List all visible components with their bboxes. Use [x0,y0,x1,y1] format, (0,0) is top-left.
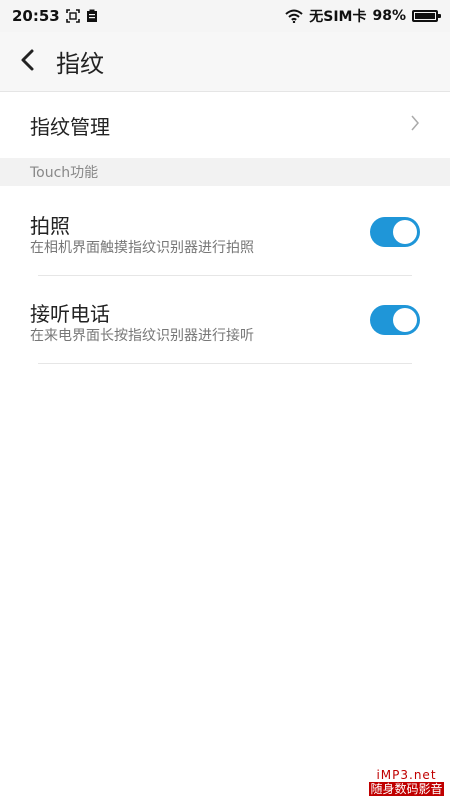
setting-subtitle-photo: 在相机界面触摸指纹识别器进行拍照 [30,240,254,256]
status-right: 无SIM卡 98% [285,6,441,26]
status-time: 20:53 [12,7,60,25]
clipboard-icon [86,9,98,23]
fingerprint-manage-row[interactable]: 指纹管理 [0,92,450,158]
watermark-line2: 随身数码影音 [369,782,444,796]
screenshot-icon [65,9,80,23]
fingerprint-manage-label: 指纹管理 [30,114,110,139]
watermark-line1: iMP3.net [376,768,437,782]
page-title: 指纹 [56,50,104,78]
setting-row-photo: 拍照 在相机界面触摸指纹识别器进行拍照 [0,188,450,276]
status-left: 20:53 [12,7,98,25]
back-button[interactable] [0,32,56,92]
carrier-text: 无SIM卡 [309,9,367,25]
setting-row-answer-call: 接听电话 在来电界面长按指纹识别器进行接听 [0,276,450,364]
setting-subtitle-answer-call: 在来电界面长按指纹识别器进行接听 [30,328,254,344]
setting-title-answer-call: 接听电话 [30,302,110,326]
battery-percent: 98% [372,8,406,24]
toggle-knob [393,308,417,332]
chevron-right-icon [410,114,420,136]
app-bar: 指纹 [0,32,450,92]
toggle-knob [393,220,417,244]
toggle-answer-call[interactable] [370,305,420,335]
setting-title-photo: 拍照 [30,214,70,238]
toggle-photo[interactable] [370,217,420,247]
wifi-icon [285,9,303,23]
chevron-left-icon [20,48,36,76]
section-header-touch: Touch功能 [0,158,450,186]
watermark: iMP3.net 随身数码影音 [369,768,444,796]
divider [38,363,412,364]
battery-icon [412,10,441,22]
status-bar: 20:53 无SIM卡 98% [0,0,450,32]
battery-fill [415,13,435,19]
